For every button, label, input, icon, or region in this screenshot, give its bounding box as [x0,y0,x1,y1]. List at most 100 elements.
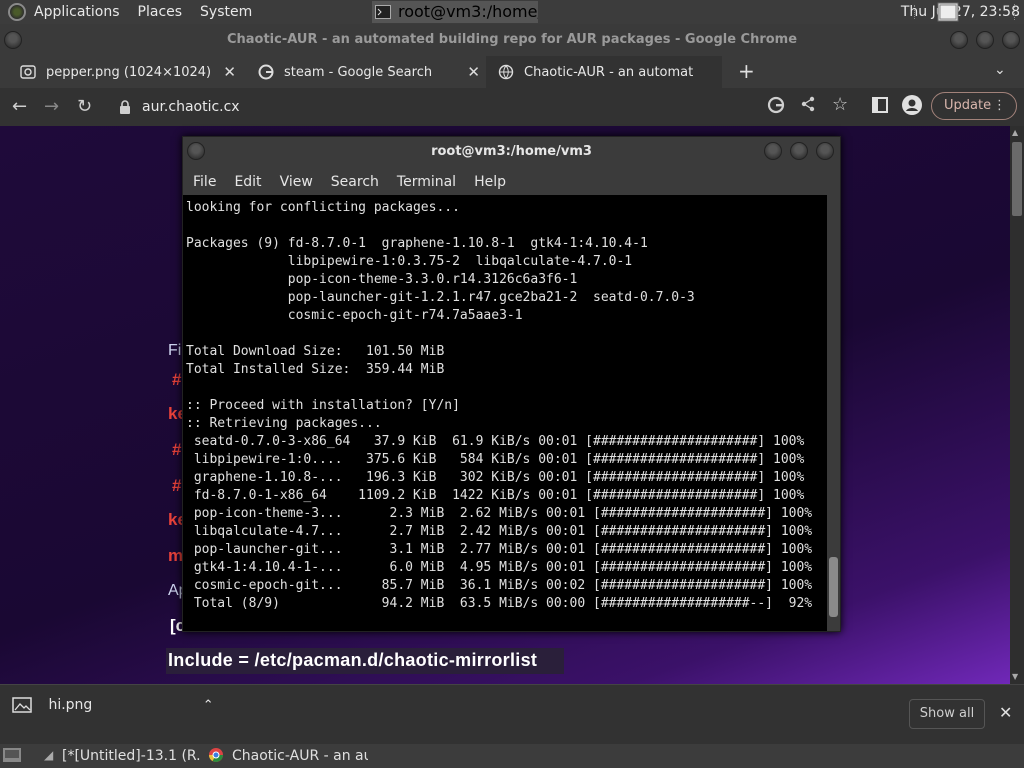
terminal-icon [375,4,391,23]
show-all-button[interactable]: Show all [909,699,985,729]
terminal-line: libpipewire-1:0.3.75-2 libqalculate-4.7.… [186,254,633,269]
gimp-icon: ◢ [44,748,54,762]
reload-icon[interactable]: ↻ [77,96,92,117]
terminal-line: :: Retrieving packages... [186,416,382,431]
bookmark-star-icon[interactable]: ☆ [832,94,848,115]
terminal-scroll-thumb[interactable] [829,557,838,617]
google-icon [258,64,274,80]
include-line: Include = /etc/pacman.d/chaotic-mirrorli… [168,650,538,670]
page-code-fragment: # [172,370,182,389]
panel-menu: Applications Places System [0,0,252,24]
terminal-line: looking for conflicting packages... [186,200,460,215]
side-panel-icon[interactable] [872,97,888,118]
browser-title-bar: Chaotic-AUR - an automated building repo… [0,24,1024,56]
terminal-line: Total Installed Size: 359.44 MiB [186,362,445,377]
forward-icon[interactable]: → [44,96,59,117]
chrome-icon [208,747,224,767]
globe-icon [498,64,514,80]
terminal-line: pop-icon-theme-3... 2.3 MiB 2.62 MiB/s 0… [186,506,813,521]
new-tab-icon[interactable]: + [738,59,755,83]
scroll-down-icon[interactable]: ▼ [1012,672,1018,681]
terminal-line: libpipewire-1:0.... 375.6 KiB 584 KiB/s … [186,452,805,467]
update-label: Update [944,98,992,113]
page-text-fragment: Fi [168,342,182,359]
terminal-line: cosmic-epoch-git... 85.7 MiB 36.1 MiB/s … [186,578,813,593]
menu-places[interactable]: Places [138,0,183,24]
scroll-up-icon[interactable]: ▲ [1012,128,1018,137]
terminal-title-bar[interactable]: root@vm3:/home/vm3 [183,137,840,167]
task-chrome[interactable]: Chaotic-AUR - an au... [206,745,368,767]
clock[interactable]: Thu Jul 27, 23:58 [901,0,1020,24]
distro-logo-icon[interactable] [8,3,26,21]
menu-system[interactable]: System [200,0,252,24]
close-window-icon[interactable] [816,142,834,160]
window-menu-icon[interactable] [4,31,22,49]
terminal-line: Packages (9) fd-8.7.0-1 graphene-1.10.8-… [186,236,648,251]
terminal-line: seatd-0.7.0-3-x86_64 37.9 KiB 61.9 KiB/s… [186,434,805,449]
browser-toolbar: ← → ↻ aur.chaotic.cx ☆ Update ⋮ [0,88,1024,126]
minimize-icon[interactable] [764,142,782,160]
page-scroll-thumb[interactable] [1012,142,1022,216]
terminal-title: root@vm3:/home/vm3 [431,144,592,159]
terminal-line: pop-icon-theme-3.3.0.r14.3126c6a3f6-1 [186,272,578,287]
menu-help[interactable]: Help [474,167,506,195]
download-filename: hi.png [48,697,93,713]
download-bar: hi.png ⌃ Show all ✕ [0,684,1024,744]
menu-edit[interactable]: Edit [234,167,261,195]
chevron-up-icon[interactable]: ⌃ [203,698,214,713]
menu-view[interactable]: View [280,167,313,195]
workspace-switcher-icon[interactable] [937,2,959,26]
taskbar-separator [1014,4,1016,20]
show-desktop-icon[interactable] [2,746,22,768]
terminal-line: fd-8.7.0-1-x86_64 1109.2 KiB 1422 KiB/s … [186,488,805,503]
menu-search[interactable]: Search [331,167,379,195]
close-window-icon[interactable] [1002,31,1020,49]
share-icon[interactable] [800,96,816,117]
image-icon [20,64,36,80]
minimize-icon[interactable] [950,31,968,49]
tab-steam-search[interactable]: steam - Google Search ✕ [246,56,490,88]
taskbar: [*[Untitled]-13.1 (R... ◢ Chaotic-AUR - … [0,744,1024,768]
tab-strip: pepper.png (1024×1024) ✕ steam - Google … [0,56,1024,88]
window-menu-icon[interactable] [187,142,205,160]
terminal-output[interactable]: looking for conflicting packages... Pack… [183,195,827,631]
update-button[interactable]: Update ⋮ [931,92,1017,120]
menu-applications[interactable]: Applications [34,0,120,24]
terminal-line: pop-launcher-git... 3.1 MiB 2.77 MiB/s 0… [186,542,813,557]
terminal-line: Total (8/9) 94.2 MiB 63.5 MiB/s 00:00 [#… [186,596,813,611]
task-label: [*[Untitled]-13.1 (R... [62,748,200,764]
more-menu-icon[interactable]: ⋮ [993,93,1006,119]
menu-terminal[interactable]: Terminal [397,167,456,195]
profile-avatar-icon[interactable] [902,95,922,120]
page-code-fragment: # [172,440,182,459]
menu-file[interactable]: File [193,167,216,195]
tab-label: steam - Google Search [284,64,433,80]
terminal-line: graphene-1.10.8-... 196.3 KiB 302 KiB/s … [186,470,805,485]
close-tab-icon[interactable]: ✕ [467,63,480,81]
terminal-line: gtk4-1:4.10.4-1-... 6.0 MiB 4.95 MiB/s 0… [186,560,813,575]
task-gimp[interactable]: [*[Untitled]-13.1 (R... [42,745,200,767]
terminal-line: pop-launcher-git-1.2.1.r47.gce2ba21-2 se… [186,290,695,305]
back-icon[interactable]: ← [12,96,27,117]
address-bar[interactable]: aur.chaotic.cx [110,93,860,121]
lock-icon[interactable] [120,93,130,121]
tab-label: pepper.png (1024×1024) [46,64,212,80]
google-lens-icon[interactable] [767,96,785,119]
terminal-menubar: File Edit View Search Terminal Help [183,167,840,195]
maximize-icon[interactable] [976,31,994,49]
close-tab-icon[interactable]: ✕ [223,63,236,81]
chevron-down-icon[interactable]: ⌄ [994,62,1006,78]
terminal-line: cosmic-epoch-git-r74.7a5aae3-1 [186,308,523,323]
download-item[interactable]: hi.png ⌃ [12,697,214,713]
url-text: aur.chaotic.cx [142,99,240,115]
maximize-icon[interactable] [790,142,808,160]
close-download-bar-icon[interactable]: ✕ [999,703,1012,722]
task-terminal[interactable]: root@vm3:/home/v... [372,1,538,23]
tab-chaotic-aur[interactable]: Chaotic-AUR - an automated b [486,56,722,88]
task-label: Chaotic-AUR - an au... [232,748,368,764]
tab-pepper[interactable]: pepper.png (1024×1024) ✕ [8,56,246,88]
terminal-window[interactable]: root@vm3:/home/vm3 File Edit View Search… [182,136,841,632]
page-code-fragment: m [168,546,184,565]
